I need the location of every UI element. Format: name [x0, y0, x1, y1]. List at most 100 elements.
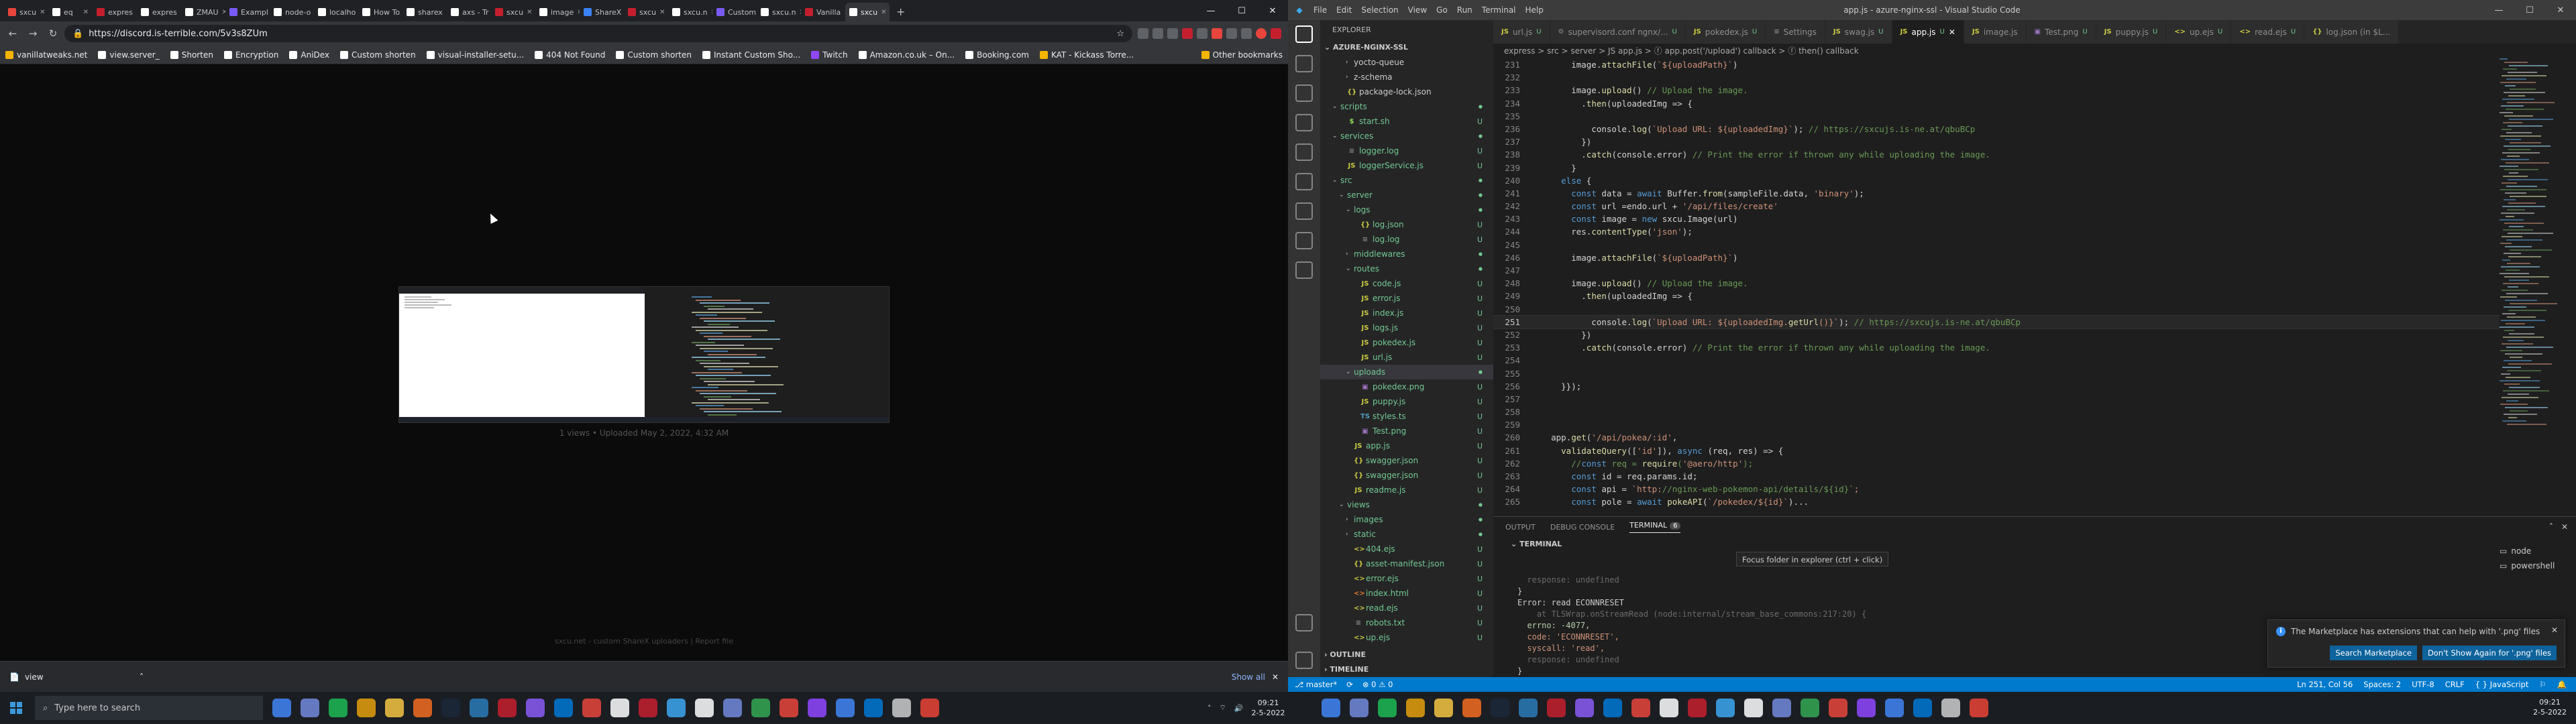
bookmark-item[interactable]: Booking.com	[965, 50, 1029, 60]
editor-tab[interactable]: <> up.ejs U	[2166, 20, 2232, 44]
menu-item-edit[interactable]: Edit	[1336, 5, 1352, 15]
panel-tab-terminal[interactable]: TERMINAL 6	[1629, 521, 1681, 533]
remote-explorer-icon[interactable]	[1295, 173, 1313, 190]
code-line[interactable]: 248 image.upload() // Upload the image.	[1493, 277, 2500, 290]
file-tree-item[interactable]: ⌄ scripts ●	[1320, 99, 1493, 114]
file-tree-item[interactable]: JS code.js U	[1320, 276, 1493, 291]
code-line[interactable]: 238 .catch(console.error) // Print the e…	[1493, 148, 2500, 161]
taskbar-app-icon[interactable]	[723, 699, 742, 717]
code-line[interactable]: 264 const api = `http://nginx-web-pokemo…	[1493, 483, 2500, 495]
file-tree-item[interactable]: {} log.json U	[1320, 217, 1493, 232]
menu-icon[interactable]	[1271, 28, 1281, 39]
maximize-button[interactable]: ☐	[1226, 0, 1257, 21]
file-tree-item[interactable]: <> 404.ejs U	[1320, 542, 1493, 556]
docker-icon[interactable]	[1295, 232, 1313, 249]
taskbar-app-icon[interactable]	[1631, 699, 1650, 717]
code-line[interactable]: 235	[1493, 110, 2500, 123]
code-line[interactable]: 259	[1493, 418, 2500, 431]
status-right-item[interactable]: UTF-8	[2412, 680, 2434, 689]
file-tree-item[interactable]: ⌄ uploads ●	[1320, 365, 1493, 379]
file-tree-item[interactable]: ▣ pokedex.png U	[1320, 379, 1493, 394]
status-right-item[interactable]: 🔔	[2557, 680, 2567, 689]
testing-icon[interactable]	[1295, 202, 1313, 220]
taskbar-app-icon[interactable]	[1547, 699, 1566, 717]
start-button[interactable]	[0, 692, 32, 724]
bookmark-item[interactable]: KAT - Kickass Torre...	[1040, 50, 1134, 60]
page-footer[interactable]: sxcu.net - custom ShareX uploaders | Rep…	[0, 637, 1288, 646]
taskbar-app-icon[interactable]	[1941, 699, 1960, 717]
taskbar-app-icon[interactable]	[780, 699, 798, 717]
code-line[interactable]: 237 })	[1493, 135, 2500, 148]
file-tree-item[interactable]: JS loggerService.js U	[1320, 158, 1493, 173]
browser-tab[interactable]: node-o✕	[270, 3, 314, 21]
editor-tab[interactable]: JS app.js U ✕	[1892, 20, 1964, 44]
code-line[interactable]: 242 const url =endo.url + '/api/files/cr…	[1493, 200, 2500, 213]
file-tree-item[interactable]: <> index.html U	[1320, 586, 1493, 601]
file-tree-item[interactable]: › middlewares ●	[1320, 247, 1493, 261]
browser-tab[interactable]: How To✕	[358, 3, 402, 21]
other-bookmarks[interactable]: Other bookmarks	[1201, 50, 1283, 60]
file-tree-item[interactable]: ⌄ routes ●	[1320, 261, 1493, 276]
code-line[interactable]: 243 const image = new sxcu.Image(url)	[1493, 213, 2500, 225]
file-tree-item[interactable]: ≡ logger.log U	[1320, 143, 1493, 158]
status-left-item[interactable]: ⎇ master*	[1295, 680, 1337, 689]
status-right-item[interactable]: ⚐	[2539, 680, 2546, 689]
taskbar-app-icon[interactable]	[808, 699, 826, 717]
database-icon[interactable]	[1295, 261, 1313, 279]
file-tree-item[interactable]: JS readme.js U	[1320, 483, 1493, 497]
taskbar-app-icon[interactable]	[1603, 699, 1622, 717]
taskbar-app-icon[interactable]	[836, 699, 855, 717]
code-line[interactable]: 250	[1493, 303, 2500, 316]
file-tree-item[interactable]: {} swagger.json U	[1320, 468, 1493, 483]
bookmark-item[interactable]: Amazon.co.uk – On...	[858, 50, 955, 60]
browser-tab[interactable]: expres✕	[93, 3, 137, 21]
file-tree-item[interactable]: JS url.js U	[1320, 350, 1493, 365]
puzzle-icon[interactable]	[1226, 28, 1237, 39]
file-tree-item[interactable]: ⌄ views ●	[1320, 497, 1493, 512]
file-tree-item[interactable]: {} swagger.json U	[1320, 453, 1493, 468]
taskbar-app-icon[interactable]	[441, 699, 460, 717]
taskbar-app-icon[interactable]	[1970, 699, 1988, 717]
code-line[interactable]: 256 }});	[1493, 380, 2500, 393]
status-right-item[interactable]: { } JavaScript	[2475, 680, 2529, 689]
editor-tab[interactable]: ⚙ supervisord.conf ngnx/... U	[1550, 20, 1686, 44]
code-line[interactable]: 239 }	[1493, 162, 2500, 174]
close-icon[interactable]: ✕	[1272, 672, 1279, 682]
code-line[interactable]: 236 console.log(`Upload URL: ${uploadedI…	[1493, 123, 2500, 135]
file-tree-item[interactable]: ⌄ logs ●	[1320, 202, 1493, 217]
status-right-item[interactable]: Ln 251, Col 56	[2297, 680, 2353, 689]
file-tree-item[interactable]: <> error.ejs U	[1320, 571, 1493, 586]
taskbar-app-icon[interactable]	[1744, 699, 1763, 717]
taskbar-app-icon[interactable]	[1688, 699, 1707, 717]
sidebar-icon[interactable]	[1241, 28, 1252, 39]
extension-icon[interactable]	[1138, 28, 1148, 39]
file-tree-item[interactable]: {} package-lock.json	[1320, 84, 1493, 99]
code-line[interactable]: 261 validateQuery(['id']), async (req, r…	[1493, 444, 2500, 457]
bookmark-item[interactable]: Custom shorten	[340, 50, 416, 60]
taskbar-app-icon[interactable]	[413, 699, 432, 717]
close-button[interactable]: ✕	[2545, 0, 2576, 20]
menu-item-run[interactable]: Run	[1457, 5, 1472, 15]
close-button[interactable]: ✕	[1257, 0, 1288, 21]
menu-item-selection[interactable]: Selection	[1361, 5, 1398, 15]
code-line[interactable]: 233 image.upload() // Upload the image.	[1493, 84, 2500, 97]
file-tree-item[interactable]: {} asset-manifest.json U	[1320, 556, 1493, 571]
extensions-icon[interactable]	[1295, 143, 1313, 161]
timeline-section[interactable]: › TIMELINE	[1320, 662, 1493, 677]
file-tree-item[interactable]: JS app.js U	[1320, 438, 1493, 453]
editor-tab[interactable]: JS url.js U	[1493, 20, 1550, 44]
code-line[interactable]: 253 .catch(console.error) // Print the e…	[1493, 341, 2500, 354]
taskbar-app-icon[interactable]	[695, 699, 714, 717]
browser-tab[interactable]: image✕	[535, 3, 580, 21]
file-tree-item[interactable]: ≡ log.log U	[1320, 232, 1493, 247]
browser-tab[interactable]: sxcu ✕	[624, 3, 668, 21]
bookmark-item[interactable]: 404 Not Found	[535, 50, 605, 60]
taskbar-app-icon[interactable]	[1519, 699, 1538, 717]
taskbar-app-icon[interactable]	[554, 699, 573, 717]
taskbar-app-icon[interactable]	[582, 699, 601, 717]
file-tree-item[interactable]: ⌄ services ●	[1320, 129, 1493, 143]
taskbar-app-icon[interactable]	[1575, 699, 1594, 717]
code-line[interactable]: 245	[1493, 239, 2500, 251]
taskbar-app-icon[interactable]	[610, 699, 629, 717]
code-line[interactable]: 241 const data = await Buffer.from(sampl…	[1493, 187, 2500, 200]
